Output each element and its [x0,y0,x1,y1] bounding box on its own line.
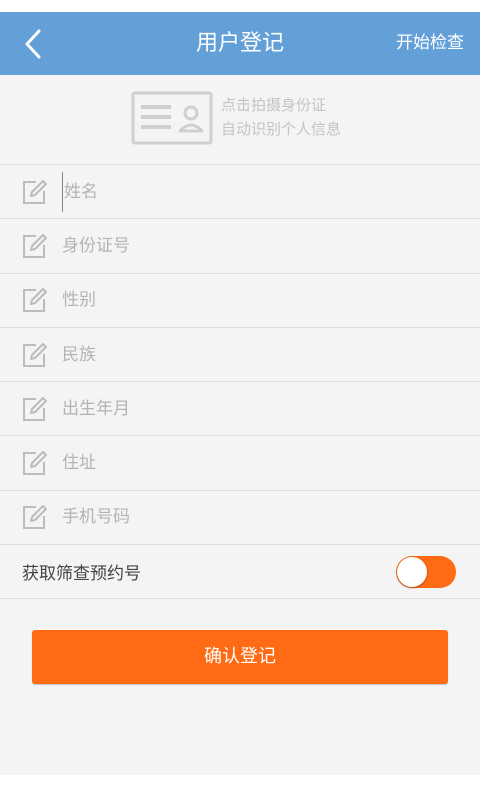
birth-date-input[interactable] [62,388,442,429]
registration-form: 获取筛查预约号 [0,164,480,600]
form-row-phone [0,491,480,546]
ethnicity-input[interactable] [62,334,442,375]
form-row-birth-date [0,382,480,437]
edit-icon [23,288,47,313]
form-row-id-number [0,219,480,274]
app-header: 用户登记 开始检查 [0,12,480,75]
toggle-knob [397,556,427,587]
id-card-icon [131,91,213,145]
edit-icon [23,179,47,204]
appointment-toggle[interactable] [396,555,456,588]
id-card-scan-area[interactable]: 点击拍摄身份证 自动识别个人信息 [0,75,480,164]
form-row-ethnicity [0,328,480,383]
id-scan-hint-line2: 自动识别个人信息 [221,120,342,138]
address-input[interactable] [62,443,442,484]
id-scan-hint-line1: 点击拍摄身份证 [221,96,327,114]
edit-icon [23,396,47,421]
phone-input[interactable] [62,497,442,538]
start-check-button[interactable]: 开始检查 [396,12,464,75]
edit-icon [23,233,47,258]
edit-icon [23,342,47,367]
edit-icon [23,451,47,476]
form-row-address [0,436,480,491]
id-scan-hint: 点击拍摄身份证 自动识别个人信息 [221,93,341,141]
edit-icon [23,505,47,530]
back-button[interactable] [14,24,52,64]
chevron-left-icon [25,29,41,59]
name-input[interactable] [62,171,442,212]
appointment-toggle-row: 获取筛查预约号 [0,545,480,600]
form-row-name [0,165,480,220]
status-bar [0,0,480,12]
bottom-bar [0,775,480,800]
id-number-input[interactable] [62,225,442,266]
main-content: 点击拍摄身份证 自动识别个人信息 姓名 身份证号 性别 民族 出生年月 住址 手… [0,75,480,775]
gender-input[interactable] [62,280,442,321]
confirm-register-button[interactable]: 确认登记 [32,630,448,684]
form-row-gender [0,274,480,328]
appointment-toggle-label: 获取筛查预约号 [22,564,141,585]
